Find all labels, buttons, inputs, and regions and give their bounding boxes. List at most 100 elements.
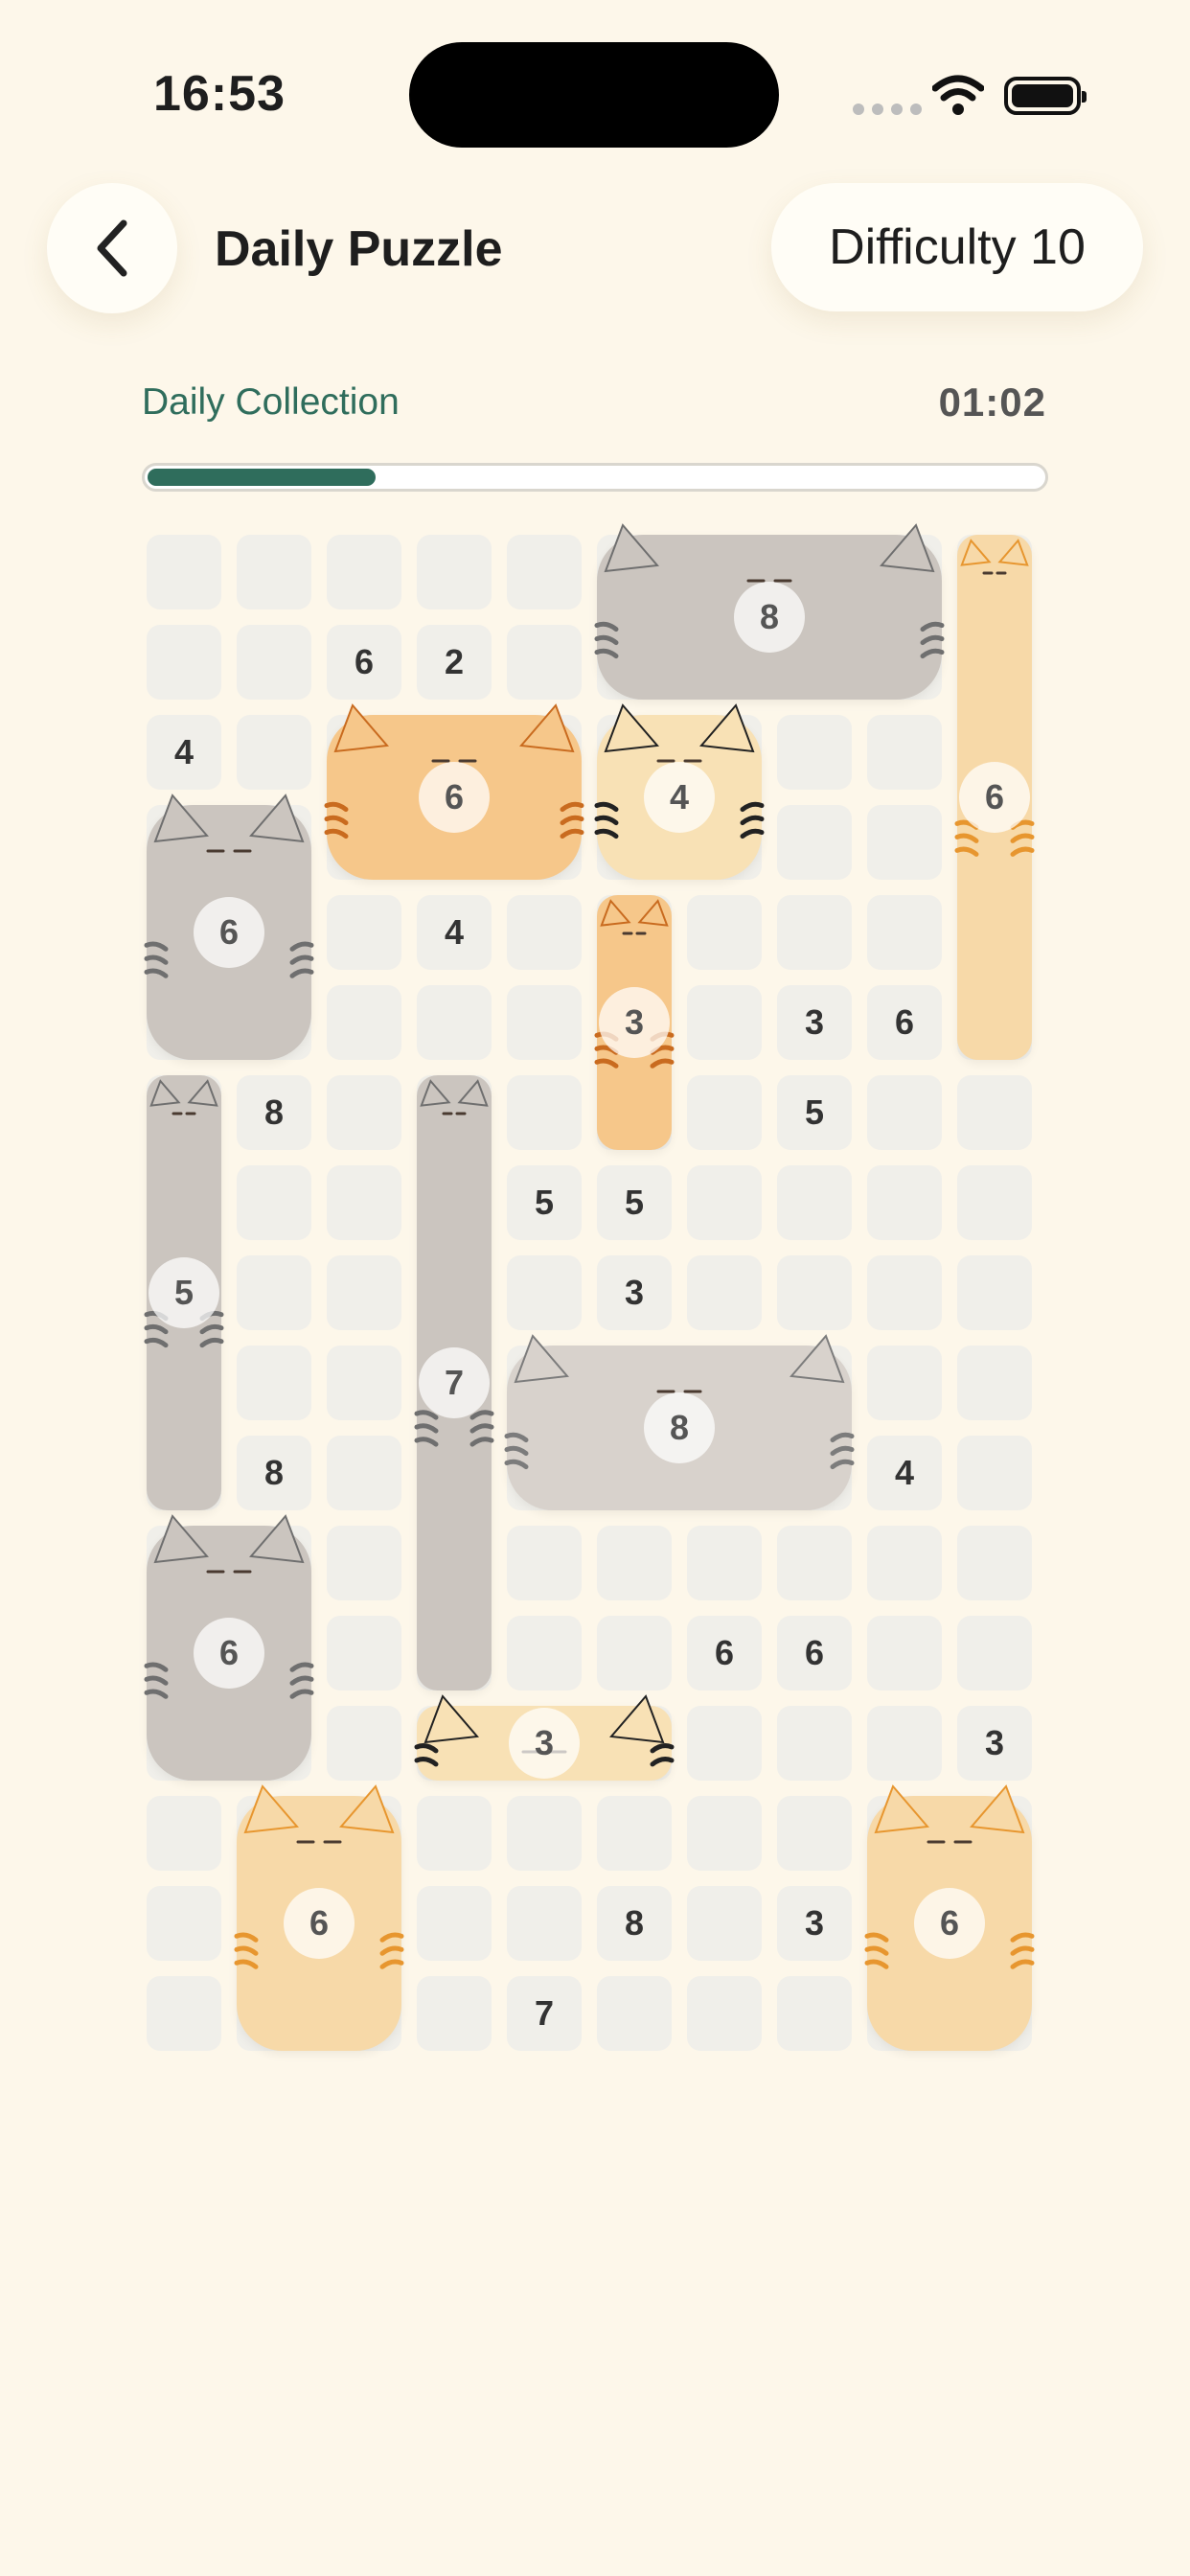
- grid-cell[interactable]: [687, 1706, 762, 1781]
- grid-cell[interactable]: [687, 1796, 762, 1871]
- grid-cell[interactable]: [327, 1255, 401, 1330]
- grid-cell[interactable]: 6: [687, 1616, 762, 1690]
- grid-cell[interactable]: 4: [417, 895, 492, 970]
- grid-cell[interactable]: [147, 1796, 221, 1871]
- grid-cell[interactable]: [327, 1075, 401, 1150]
- grid-cell[interactable]: 8: [597, 1886, 672, 1961]
- grid-cell[interactable]: [957, 1436, 1032, 1510]
- grid-cell[interactable]: [417, 1976, 492, 2051]
- grid-cell[interactable]: [597, 1796, 672, 1871]
- grid-cell[interactable]: [327, 985, 401, 1060]
- grid-cell[interactable]: [867, 1616, 942, 1690]
- grid-cell[interactable]: [147, 1886, 221, 1961]
- grid-cell[interactable]: 7: [507, 1976, 582, 2051]
- grid-cell[interactable]: [777, 1526, 852, 1600]
- grid-cell[interactable]: [417, 535, 492, 610]
- grid-cell[interactable]: [957, 1526, 1032, 1600]
- grid-cell[interactable]: 8: [237, 1436, 311, 1510]
- grid-cell[interactable]: 3: [957, 1706, 1032, 1781]
- grid-cell[interactable]: [777, 1165, 852, 1240]
- grid-cell[interactable]: [237, 1346, 311, 1420]
- grid-cell[interactable]: [327, 1616, 401, 1690]
- grid-cell[interactable]: 6: [327, 625, 401, 700]
- grid-cell[interactable]: [687, 1886, 762, 1961]
- grid-cell[interactable]: [867, 715, 942, 790]
- puzzle-board[interactable]: 62443685553846638378664635786366: [144, 523, 1047, 2054]
- grid-cell[interactable]: 3: [777, 985, 852, 1060]
- grid-cell[interactable]: [777, 1255, 852, 1330]
- grid-cell[interactable]: [867, 1346, 942, 1420]
- grid-cell[interactable]: [507, 985, 582, 1060]
- grid-cell[interactable]: [777, 895, 852, 970]
- grid-cell[interactable]: [867, 1526, 942, 1600]
- grid-cell[interactable]: 3: [597, 1255, 672, 1330]
- grid-cell[interactable]: 8: [237, 1075, 311, 1150]
- grid-cell[interactable]: [507, 1075, 582, 1150]
- grid-cell[interactable]: [327, 1706, 401, 1781]
- grid-cell[interactable]: [687, 1976, 762, 2051]
- grid-cell[interactable]: [687, 1526, 762, 1600]
- grid-cell[interactable]: [867, 1706, 942, 1781]
- grid-cell[interactable]: 5: [507, 1165, 582, 1240]
- grid-cell[interactable]: [417, 1886, 492, 1961]
- grid-cell[interactable]: [327, 535, 401, 610]
- difficulty-button[interactable]: Difficulty 10: [771, 183, 1143, 311]
- grid-cell[interactable]: [237, 1165, 311, 1240]
- grid-cell[interactable]: 3: [777, 1886, 852, 1961]
- grid-cell[interactable]: [957, 1075, 1032, 1150]
- grid-cell[interactable]: [417, 985, 492, 1060]
- grid-cell[interactable]: [237, 625, 311, 700]
- grid-cell[interactable]: [327, 895, 401, 970]
- grid-cell[interactable]: [327, 1165, 401, 1240]
- grid-cell[interactable]: [237, 1255, 311, 1330]
- grid-cell[interactable]: [777, 1796, 852, 1871]
- grid-cell[interactable]: [777, 1976, 852, 2051]
- grid-cell[interactable]: [597, 1526, 672, 1600]
- grid-cell[interactable]: [687, 985, 762, 1060]
- grid-cell[interactable]: [507, 535, 582, 610]
- grid-cell[interactable]: 4: [867, 1436, 942, 1510]
- grid-cell[interactable]: [867, 805, 942, 880]
- grid-cell[interactable]: [417, 1796, 492, 1871]
- grid-cell[interactable]: [147, 1976, 221, 2051]
- grid-cell[interactable]: [147, 625, 221, 700]
- grid-cell[interactable]: [777, 805, 852, 880]
- grid-cell[interactable]: [327, 1436, 401, 1510]
- grid-cell[interactable]: [687, 1165, 762, 1240]
- grid-cell[interactable]: [957, 1165, 1032, 1240]
- grid-cell[interactable]: [237, 535, 311, 610]
- grid-cell[interactable]: [237, 715, 311, 790]
- grid-cell[interactable]: [957, 1346, 1032, 1420]
- back-button[interactable]: [47, 183, 177, 313]
- cat-number-badge: 8: [644, 1392, 715, 1463]
- grid-cell[interactable]: [687, 1075, 762, 1150]
- grid-cell[interactable]: [687, 895, 762, 970]
- grid-cell[interactable]: [867, 1165, 942, 1240]
- grid-cell[interactable]: [327, 1526, 401, 1600]
- grid-cell[interactable]: [507, 625, 582, 700]
- grid-cell[interactable]: [867, 895, 942, 970]
- grid-cell[interactable]: [597, 1616, 672, 1690]
- grid-cell[interactable]: 2: [417, 625, 492, 700]
- grid-cell[interactable]: [507, 1886, 582, 1961]
- grid-cell[interactable]: [687, 1255, 762, 1330]
- grid-cell[interactable]: [957, 1616, 1032, 1690]
- grid-cell[interactable]: [867, 1255, 942, 1330]
- grid-cell[interactable]: [507, 895, 582, 970]
- grid-cell[interactable]: 5: [597, 1165, 672, 1240]
- grid-cell[interactable]: [507, 1616, 582, 1690]
- grid-cell[interactable]: [507, 1796, 582, 1871]
- grid-cell[interactable]: 4: [147, 715, 221, 790]
- grid-cell[interactable]: [507, 1526, 582, 1600]
- grid-cell[interactable]: [777, 715, 852, 790]
- grid-cell[interactable]: [957, 1255, 1032, 1330]
- grid-cell[interactable]: 6: [867, 985, 942, 1060]
- grid-cell[interactable]: [597, 1976, 672, 2051]
- grid-cell[interactable]: [507, 1255, 582, 1330]
- grid-cell[interactable]: [867, 1075, 942, 1150]
- grid-cell[interactable]: 6: [777, 1616, 852, 1690]
- grid-cell[interactable]: [147, 535, 221, 610]
- grid-cell[interactable]: [777, 1706, 852, 1781]
- grid-cell[interactable]: [327, 1346, 401, 1420]
- grid-cell[interactable]: 5: [777, 1075, 852, 1150]
